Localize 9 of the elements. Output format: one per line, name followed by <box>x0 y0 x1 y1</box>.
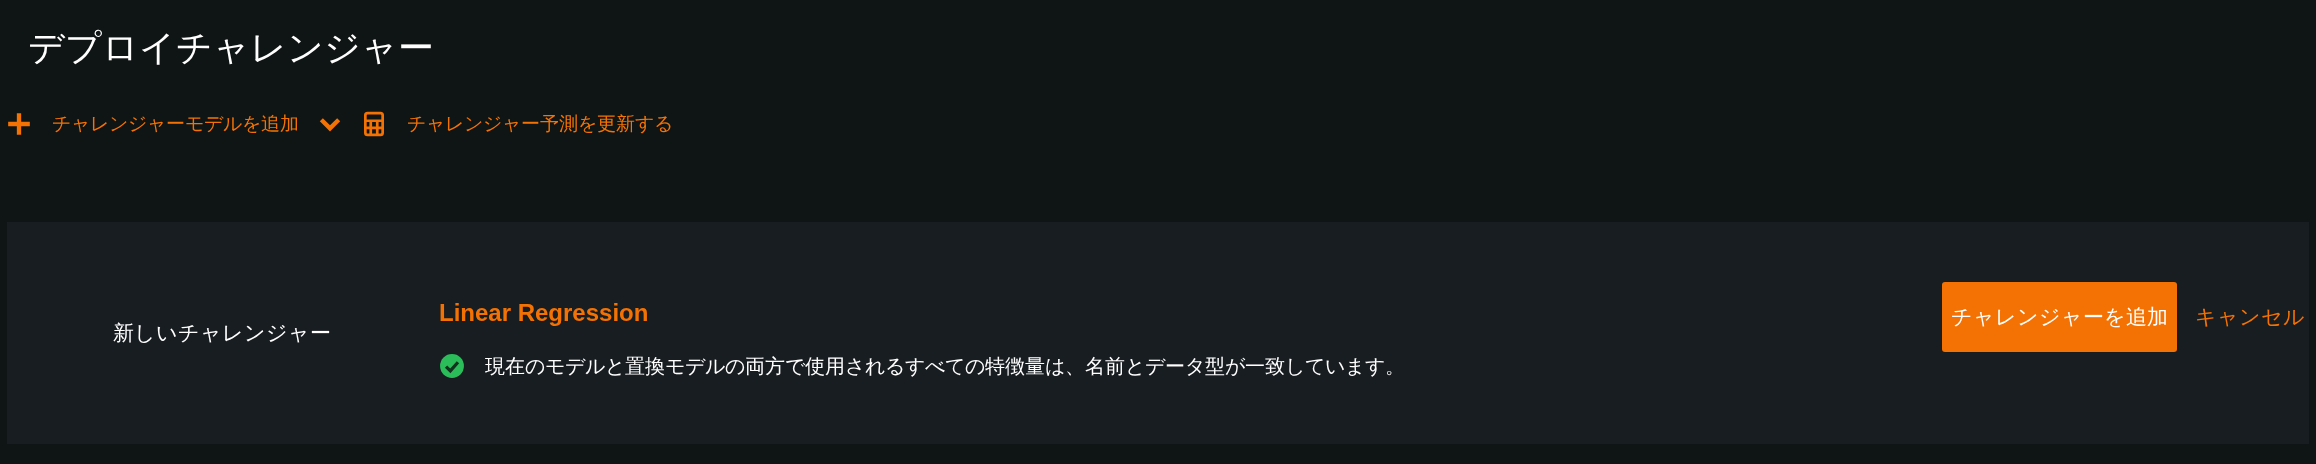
page-title: デプロイチャレンジャー <box>28 26 435 70</box>
field-label: 新しいチャレンジャー <box>113 320 332 347</box>
cancel-link[interactable]: キャンセル <box>2195 303 2305 331</box>
toolbar-button[interactable]: チャレンジャー予測を更新する <box>361 111 673 137</box>
model-name: Linear Regression <box>439 298 650 327</box>
plus-icon <box>6 111 32 137</box>
toolbar-button[interactable]: チャレンジャーモデルを追加 <box>6 111 299 137</box>
calculator-icon <box>361 111 387 137</box>
compatibility-message: 現在のモデルと置換モデルの両方で使用されるすべての特徴量は、名前とデータ型が一致しています。 <box>485 352 1405 380</box>
